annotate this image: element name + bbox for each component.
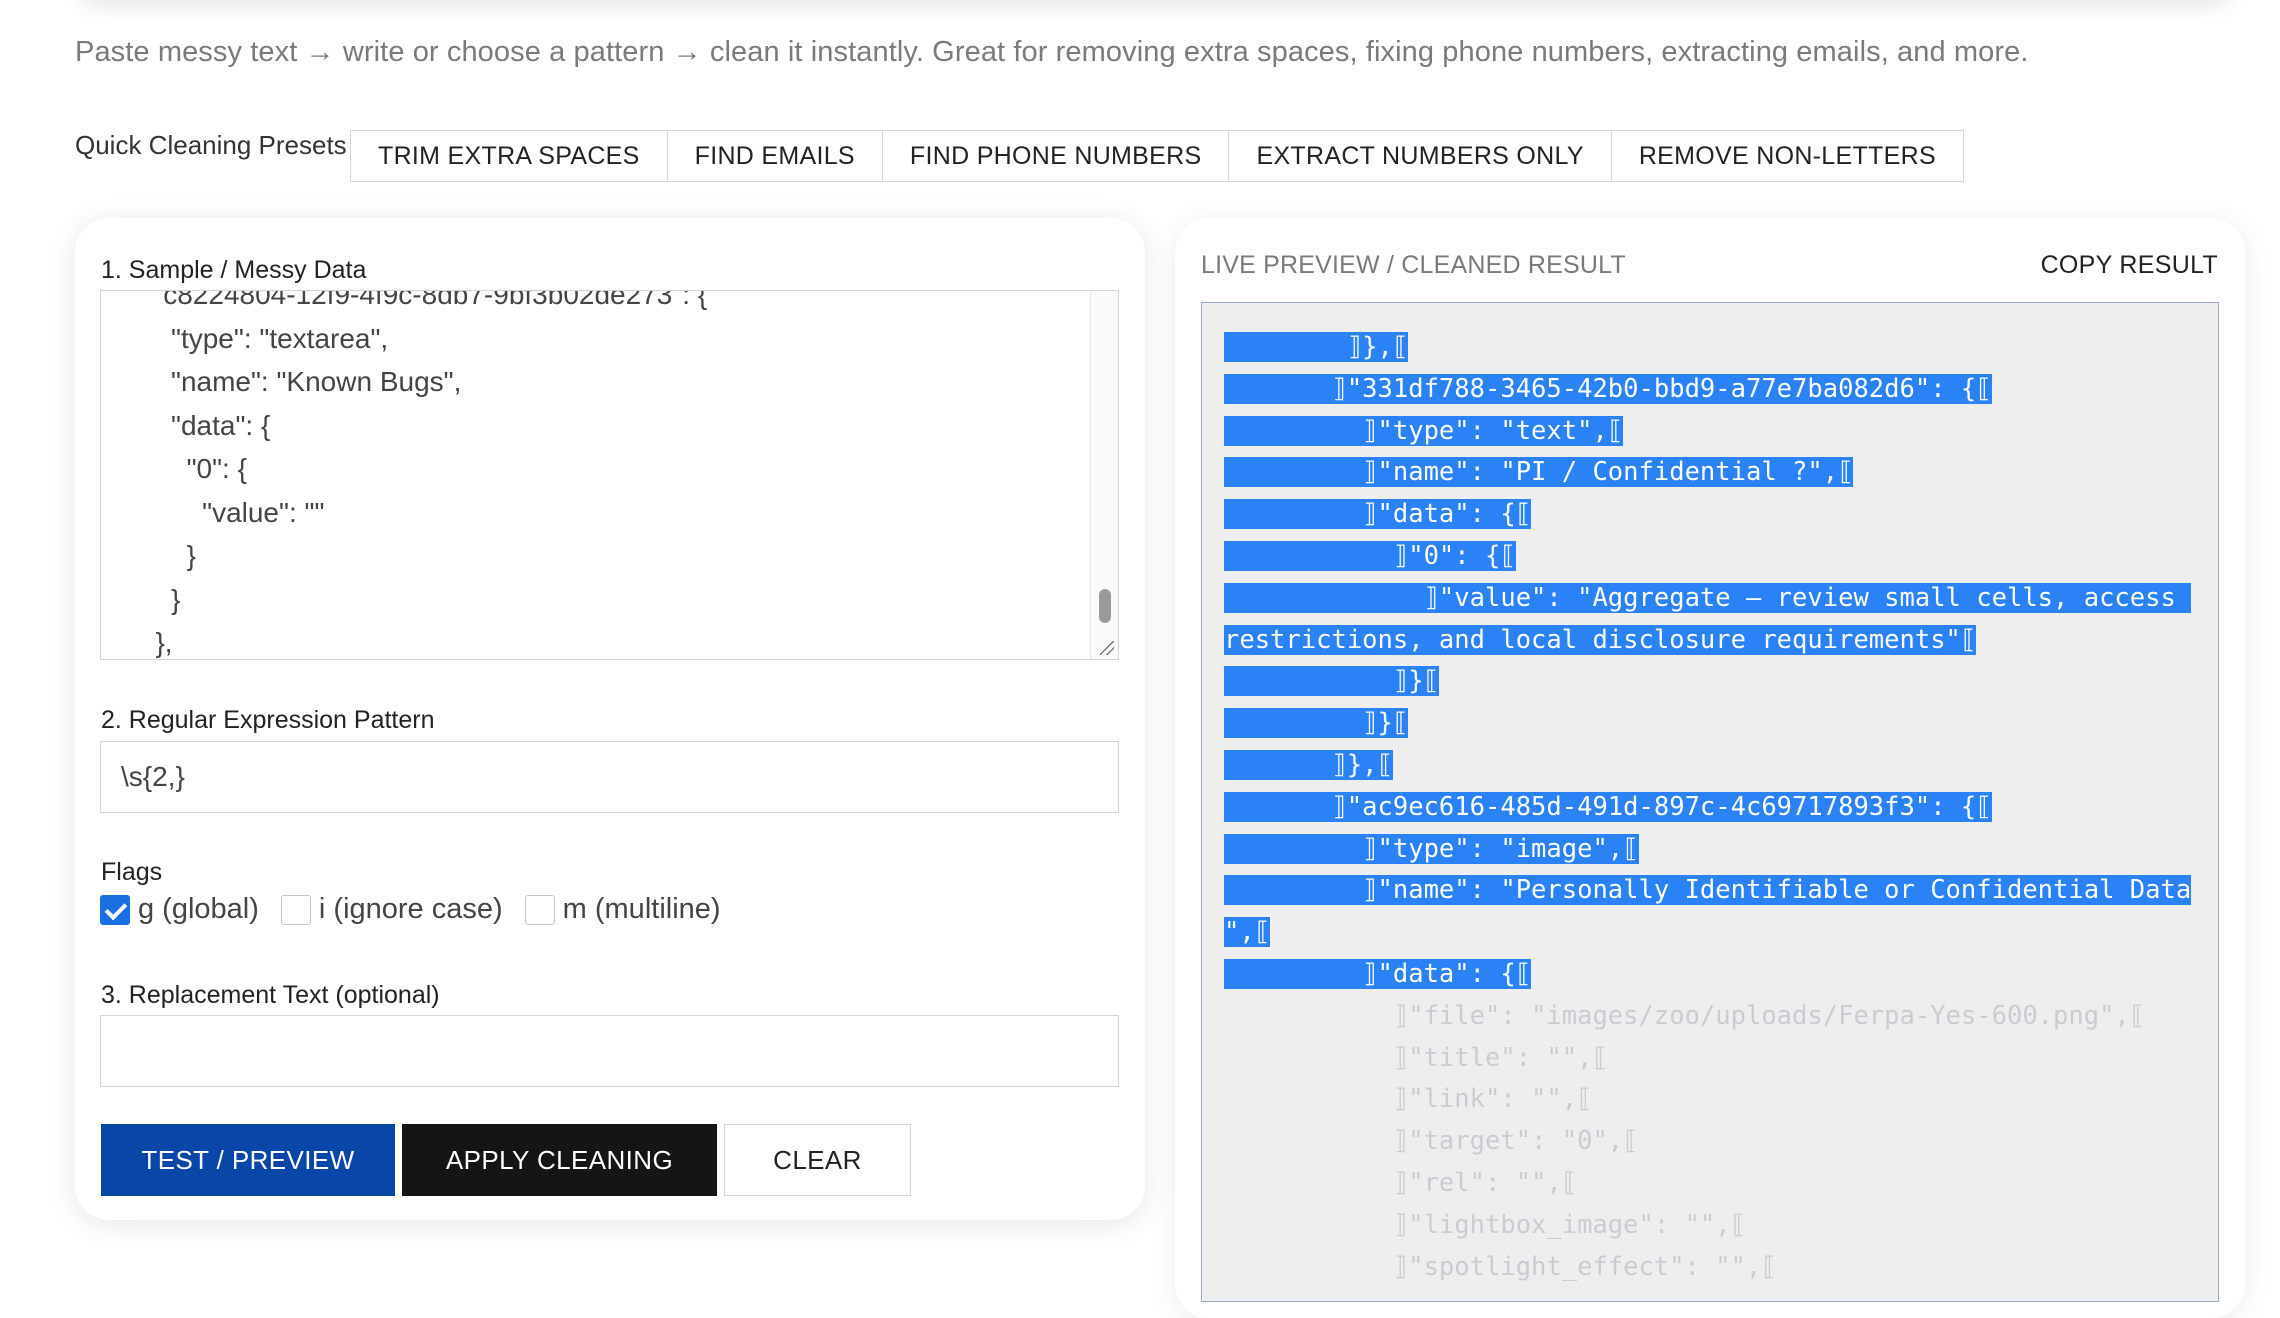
result-line-text: ⟧"ac9ec616-485d-491d-897c-4c69717893f3":… xyxy=(1224,791,1992,822)
replacement-input[interactable] xyxy=(100,1015,1119,1087)
result-output[interactable]: ⟧},⟦ ⟧"331df788-3465-42b0-bbd9-a77e7ba08… xyxy=(1201,302,2219,1302)
result-line-text: ",⟦ xyxy=(1224,917,1271,948)
pattern-input[interactable]: \s{2,} xyxy=(100,741,1119,813)
result-line: ⟧"data": {⟦ xyxy=(1224,494,2191,536)
flag-ignore-case-label[interactable]: i (ignore case) xyxy=(319,893,503,926)
sample-data-label: 1. Sample / Messy Data xyxy=(101,256,367,284)
resize-handle-icon[interactable] xyxy=(1100,641,1114,655)
sample-data-textarea[interactable]: c8224804-12f9-4f9c-8db7-9bf3b02de273": {… xyxy=(100,290,1119,660)
apply-cleaning-button[interactable]: APPLY CLEANING xyxy=(402,1124,717,1196)
flag-multiline-label[interactable]: m (multiline) xyxy=(563,893,721,926)
result-lines[interactable]: ⟧},⟦ ⟧"331df788-3465-42b0-bbd9-a77e7ba08… xyxy=(1224,327,2192,1289)
flags-label: Flags xyxy=(101,858,163,886)
clear-button[interactable]: CLEAR xyxy=(724,1124,911,1196)
result-line: ⟧"link": "",⟦ xyxy=(1224,1079,2191,1121)
flag-multiline-checkbox[interactable] xyxy=(524,894,555,925)
result-line: ⟧"file": "images/zoo/uploads/Ferpa-Yes-6… xyxy=(1224,996,2191,1038)
result-line-text: ⟧"value": "Aggregate – review small cell… xyxy=(1224,582,2192,613)
result-line-text: ⟧"link": "",⟦ xyxy=(1224,1084,1593,1115)
result-line-text: ⟧},⟦ xyxy=(1224,332,1409,362)
result-line-text: ⟧"data": {⟦ xyxy=(1224,499,1532,530)
result-line: ⟧"331df788-3465-42b0-bbd9-a77e7ba082d6":… xyxy=(1224,369,2191,411)
result-line: ⟧},⟦ xyxy=(1224,745,2191,787)
result-line-text: ⟧},⟦ xyxy=(1224,749,1393,780)
result-line-text: ⟧"331df788-3465-42b0-bbd9-a77e7ba082d6":… xyxy=(1224,373,1992,404)
result-line: ⟧"target": "0",⟦ xyxy=(1224,1121,2191,1163)
textarea-scrollbar-thumb[interactable] xyxy=(1099,589,1111,623)
result-line: ⟧"0": {⟦ xyxy=(1224,536,2191,578)
result-line-text: ⟧"name": "PI / Confidential ?",⟦ xyxy=(1224,457,1854,488)
flags-group: g (global) i (ignore case) m (multiline) xyxy=(100,893,743,926)
result-line-text: ⟧}⟦ xyxy=(1224,666,1439,697)
preset-extract-numbers-button[interactable]: EXTRACT NUMBERS ONLY xyxy=(1229,131,1612,181)
textarea-scrollbar[interactable] xyxy=(1090,291,1118,659)
flag-global-label[interactable]: g (global) xyxy=(138,893,259,926)
result-line: ⟧"data": {⟦ xyxy=(1224,954,2191,996)
result-line-text: ⟧"spotlight_effect": "",⟦ xyxy=(1224,1251,1777,1282)
result-line: ⟧"ac9ec616-485d-491d-897c-4c69717893f3":… xyxy=(1224,787,2191,829)
result-line: ⟧"lightbox_image": "",⟦ xyxy=(1224,1205,2191,1247)
result-line-text: ⟧"type": "image",⟦ xyxy=(1224,833,1639,864)
result-line: ⟧}⟦ xyxy=(1224,661,2191,703)
flag-global-checkbox[interactable] xyxy=(100,894,130,925)
presets-label: Quick Cleaning Presets xyxy=(75,130,347,160)
result-line-text: ⟧}⟦ xyxy=(1224,708,1409,739)
test-preview-button[interactable]: TEST / PREVIEW xyxy=(101,1124,395,1196)
result-line-text: ⟧"lightbox_image": "",⟦ xyxy=(1224,1209,1746,1240)
flag-multiline[interactable]: m (multiline) xyxy=(524,893,721,926)
flag-ignore-case-checkbox[interactable] xyxy=(280,894,311,925)
result-line: ⟧"rel": "",⟦ xyxy=(1224,1163,2191,1205)
result-line-text: ⟧"file": "images/zoo/uploads/Ferpa-Yes-6… xyxy=(1224,1000,2146,1031)
result-line: ⟧"type": "image",⟦ xyxy=(1224,829,2191,871)
flag-global[interactable]: g (global) xyxy=(100,893,259,926)
result-line: ⟧"name": "Personally Identifiable or Con… xyxy=(1224,870,2192,912)
result-line-text: restrictions, and local disclosure requi… xyxy=(1224,624,1977,655)
result-line-text: ⟧"0": {⟦ xyxy=(1224,540,1516,571)
result-line-text: ⟧"type": "text",⟦ xyxy=(1224,415,1624,446)
result-line: ⟧},⟦ xyxy=(1224,327,2191,369)
result-line-text: ⟧"rel": "",⟦ xyxy=(1224,1167,1578,1198)
pattern-label: 2. Regular Expression Pattern xyxy=(101,706,435,734)
result-line-text: ⟧"data": {⟦ xyxy=(1224,958,1532,989)
page-description: Paste messy text → write or choose a pat… xyxy=(75,36,2029,68)
result-line: restrictions, and local disclosure requi… xyxy=(1224,620,2191,662)
result-line: ",⟦ xyxy=(1224,912,2191,954)
sample-data-text[interactable]: c8224804-12f9-4f9c-8db7-9bf3b02de273": {… xyxy=(101,291,1088,659)
result-line-text: ⟧"target": "0",⟦ xyxy=(1224,1126,1639,1157)
result-line: ⟧}⟦ xyxy=(1224,703,2191,745)
preset-trim-extra-spaces-button[interactable]: TRIM EXTRA SPACES xyxy=(351,131,668,181)
result-line: ⟧"name": "PI / Confidential ?",⟦ xyxy=(1224,452,2191,494)
result-line: ⟧"spotlight_effect": "",⟦ xyxy=(1224,1247,2191,1289)
preset-find-phone-numbers-button[interactable]: FIND PHONE NUMBERS xyxy=(882,131,1230,181)
result-line-text: ⟧"name": "Personally Identifiable or Con… xyxy=(1224,875,2192,906)
replacement-label: 3. Replacement Text (optional) xyxy=(101,981,440,1009)
result-line: ⟧"value": "Aggregate – review small cell… xyxy=(1224,578,2192,620)
preset-remove-non-letters-button[interactable]: REMOVE NON-LETTERS xyxy=(1611,131,1963,181)
preset-find-emails-button[interactable]: FIND EMAILS xyxy=(667,131,883,181)
result-line: ⟧"type": "text",⟦ xyxy=(1224,411,2191,453)
flag-ignore-case[interactable]: i (ignore case) xyxy=(280,893,503,926)
copy-result-button[interactable]: COPY RESULT xyxy=(2041,251,2218,280)
presets-bar: TRIM EXTRA SPACES FIND EMAILS FIND PHONE… xyxy=(350,130,1964,182)
result-line: ⟧"title": "",⟦ xyxy=(1224,1038,2191,1080)
result-line-text: ⟧"title": "",⟦ xyxy=(1224,1042,1608,1073)
preview-label: LIVE PREVIEW / CLEANED RESULT xyxy=(1201,251,1626,279)
